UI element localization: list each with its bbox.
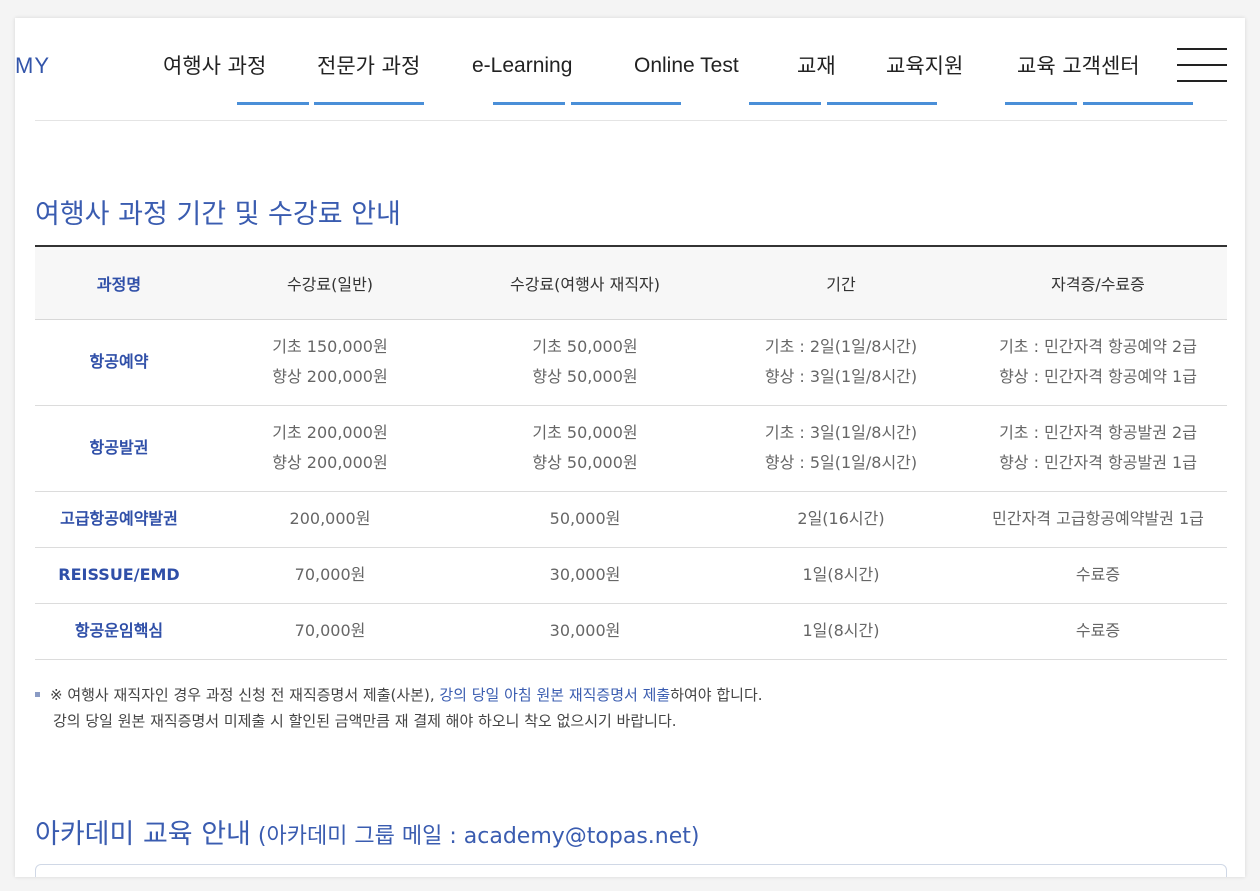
fee-agency-cell: 30,000원 bbox=[457, 603, 713, 660]
nav-underline bbox=[571, 102, 681, 105]
period-line: 기초 : 3일(1일/8시간) bbox=[764, 423, 918, 442]
academy-email-note: (아카데미 그룹 메일 : academy@topas.net) bbox=[250, 824, 700, 849]
table-header-row: 과정명 수강료(일반) 수강료(여행사 재직자) 기간 자격증/수료증 bbox=[35, 246, 1227, 320]
page-frame: MY 여행사 과정 전문가 과정 e-Learning Online Test … bbox=[15, 18, 1245, 877]
course-fee-table: 과정명 수강료(일반) 수강료(여행사 재직자) 기간 자격증/수료증 항공예약… bbox=[35, 245, 1227, 660]
nav-e-learning[interactable]: e-Learning bbox=[472, 50, 572, 82]
fee-general-cell: 기초 200,000원향상 200,000원 bbox=[203, 405, 457, 492]
period-cell: 1일(8시간) bbox=[713, 603, 969, 660]
period-cell: 기초 : 2일(1일/8시간) 향상 : 3일(1일/8시간) bbox=[713, 319, 969, 406]
certificate-line: 향상 : 민간자격 항공예약 1급 bbox=[999, 367, 1197, 386]
fee-agency-cell: 기초 50,000원향상 50,000원 bbox=[457, 319, 713, 406]
fee-agency-line: 기초 50,000원 bbox=[532, 423, 638, 442]
header-fee-general: 수강료(일반) bbox=[203, 246, 457, 320]
nav-travel-agency-course[interactable]: 여행사 과정 bbox=[163, 50, 266, 82]
nav-education-support[interactable]: 교육지원 bbox=[886, 50, 963, 82]
header-course-name: 과정명 bbox=[35, 246, 203, 320]
nav-underline bbox=[237, 102, 309, 105]
header-period: 기간 bbox=[713, 246, 969, 320]
site-header: MY 여행사 과정 전문가 과정 e-Learning Online Test … bbox=[15, 18, 1245, 118]
nav-underline bbox=[493, 102, 565, 105]
notice-highlight: 강의 당일 아침 원본 재직증명서 제출 bbox=[439, 686, 671, 704]
certificate-cell: 기초 : 민간자격 항공예약 2급향상 : 민간자격 항공예약 1급 bbox=[969, 319, 1227, 406]
notice-line: ※ 여행사 재직자인 경우 과정 신청 전 재직증명서 제출(사본), 강의 당… bbox=[35, 682, 1225, 708]
fee-general-line: 향상 200,000원 bbox=[272, 453, 388, 472]
notice-line: 강의 당일 원본 재직증명서 미제출 시 할인된 금액만큼 재 결제 해야 하오… bbox=[53, 712, 677, 730]
nav-underline bbox=[1083, 102, 1193, 105]
header-divider bbox=[35, 120, 1227, 121]
certificate-cell: 민간자격 고급항공예약발권 1급 bbox=[969, 491, 1227, 548]
nav-expert-course[interactable]: 전문가 과정 bbox=[317, 50, 420, 82]
period-line: 기초 : 2일(1일/8시간) bbox=[764, 337, 918, 356]
nav-underline bbox=[749, 102, 821, 105]
period-cell: 기초 : 3일(1일/8시간) 향상 : 5일(1일/8시간) bbox=[713, 405, 969, 492]
fee-agency-line: 기초 50,000원 bbox=[532, 337, 638, 356]
course-name: REISSUE/EMD bbox=[35, 547, 203, 604]
site-logo[interactable]: MY bbox=[15, 48, 50, 84]
academy-info-box bbox=[35, 864, 1227, 877]
section-title: 여행사 과정 기간 및 수강료 안내 bbox=[35, 199, 401, 230]
fee-general-line: 기초 150,000원 bbox=[272, 337, 388, 356]
fee-agency-cell: 30,000원 bbox=[457, 547, 713, 604]
certificate-line: 향상 : 민간자격 항공발권 1급 bbox=[999, 453, 1197, 472]
fee-agency-line: 향상 50,000원 bbox=[532, 367, 638, 386]
notice-text: ※ 여행사 재직자인 경우 과정 신청 전 재직증명서 제출(사본), 강의 당… bbox=[35, 682, 1225, 734]
nav-customer-center[interactable]: 교육 고객센터 bbox=[1017, 50, 1140, 82]
certificate-cell: 수료증 bbox=[969, 603, 1227, 660]
table-row: 항공운임핵심 70,000원 30,000원 1일(8시간) 수료증 bbox=[35, 603, 1227, 660]
header-certificate: 자격증/수료증 bbox=[969, 246, 1227, 320]
course-name: 항공발권 bbox=[35, 405, 203, 492]
table-row: 고급항공예약발권 200,000원 50,000원 2일(16시간) 민간자격 … bbox=[35, 491, 1227, 548]
period-line: 향상 : 3일(1일/8시간) bbox=[764, 367, 918, 386]
hamburger-menu-icon[interactable] bbox=[1177, 48, 1227, 82]
certificate-line: 기초 : 민간자격 항공발권 2급 bbox=[999, 423, 1197, 442]
course-name: 항공운임핵심 bbox=[35, 603, 203, 660]
fee-general-cell: 70,000원 bbox=[203, 603, 457, 660]
fee-general-cell: 70,000원 bbox=[203, 547, 457, 604]
fee-general-cell: 기초 150,000원향상 200,000원 bbox=[203, 319, 457, 406]
nav-online-test[interactable]: Online Test bbox=[634, 50, 739, 82]
fee-agency-cell: 50,000원 bbox=[457, 491, 713, 548]
table-row: REISSUE/EMD 70,000원 30,000원 1일(8시간) 수료증 bbox=[35, 547, 1227, 604]
table-row: 항공발권 기초 200,000원향상 200,000원 기초 50,000원향상… bbox=[35, 405, 1227, 492]
notice-suffix: 하여야 합니다. bbox=[670, 686, 763, 704]
period-cell: 1일(8시간) bbox=[713, 547, 969, 604]
fee-agency-line: 향상 50,000원 bbox=[532, 453, 638, 472]
table-row: 항공예약 기초 150,000원향상 200,000원 기초 50,000원향상… bbox=[35, 319, 1227, 406]
header-fee-agency: 수강료(여행사 재직자) bbox=[457, 246, 713, 320]
certificate-cell: 수료증 bbox=[969, 547, 1227, 604]
period-line: 향상 : 5일(1일/8시간) bbox=[764, 453, 918, 472]
nav-underline bbox=[314, 102, 424, 105]
fee-agency-cell: 기초 50,000원향상 50,000원 bbox=[457, 405, 713, 492]
fee-general-line: 향상 200,000원 bbox=[272, 367, 388, 386]
course-name: 고급항공예약발권 bbox=[35, 491, 203, 548]
course-name: 항공예약 bbox=[35, 319, 203, 406]
notice-prefix: ※ 여행사 재직자인 경우 과정 신청 전 재직증명서 제출(사본), bbox=[50, 686, 440, 704]
nav-textbook[interactable]: 교재 bbox=[797, 50, 836, 82]
academy-heading: 아카데미 교육 안내 (아카데미 그룹 메일 : academy@topas.n… bbox=[35, 812, 699, 851]
bullet-icon bbox=[35, 692, 40, 697]
nav-underline bbox=[1005, 102, 1077, 105]
certificate-line: 기초 : 민간자격 항공예약 2급 bbox=[999, 337, 1197, 356]
academy-title: 아카데미 교육 안내 bbox=[35, 819, 251, 850]
nav-underline bbox=[827, 102, 937, 105]
fee-general-cell: 200,000원 bbox=[203, 491, 457, 548]
period-cell: 2일(16시간) bbox=[713, 491, 969, 548]
certificate-cell: 기초 : 민간자격 항공발권 2급향상 : 민간자격 항공발권 1급 bbox=[969, 405, 1227, 492]
fee-general-line: 기초 200,000원 bbox=[272, 423, 388, 442]
